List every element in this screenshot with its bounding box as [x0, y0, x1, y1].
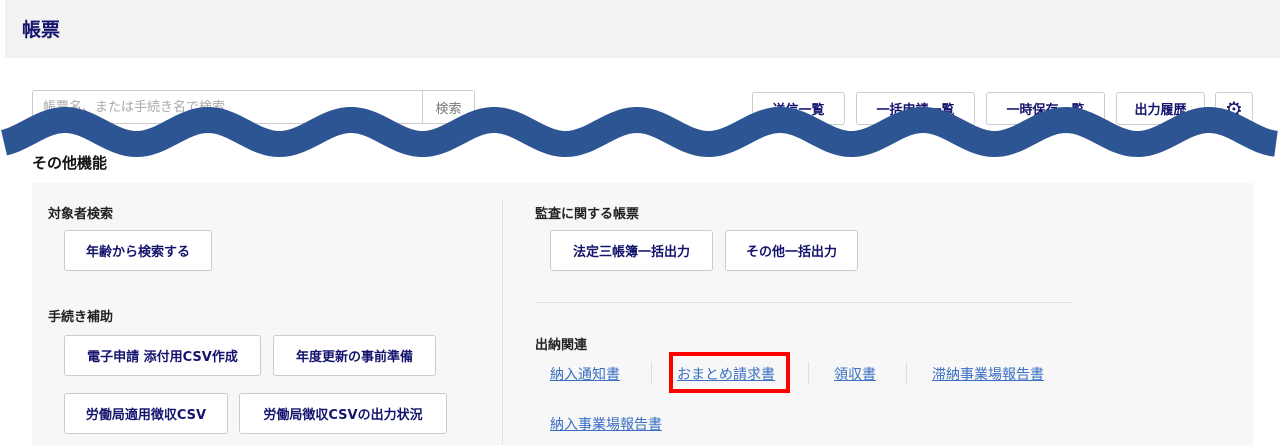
wave-overlay: [1, 106, 1278, 158]
wave-line: [1, 106, 1278, 158]
